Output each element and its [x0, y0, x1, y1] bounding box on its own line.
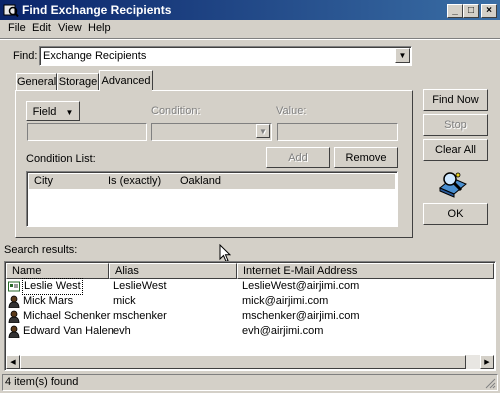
- column-header-email[interactable]: Internet E-Mail Address: [237, 263, 494, 279]
- condition-field: City: [34, 175, 53, 187]
- field-input[interactable]: [27, 123, 147, 141]
- status-bar: 4 item(s) found: [2, 374, 498, 391]
- scroll-right-icon[interactable]: ▶: [480, 355, 494, 369]
- resize-grip-icon[interactable]: [484, 377, 496, 389]
- minimize-button[interactable]: _: [447, 4, 463, 18]
- menu-divider-highlight: [0, 39, 500, 40]
- table-row[interactable]: Mick Mars mick mick@airjimi.com: [6, 294, 494, 309]
- scrollbar-thumb[interactable]: [20, 355, 466, 369]
- row-name: Mick Mars: [23, 295, 74, 307]
- menu-file[interactable]: File: [8, 22, 26, 34]
- row-name: Michael Schenker: [23, 310, 111, 322]
- row-email: evh@airjimi.com: [242, 325, 324, 337]
- menu-view[interactable]: View: [58, 22, 82, 34]
- add-button[interactable]: Add: [266, 147, 330, 168]
- condition-list[interactable]: City Is (exactly) Oakland: [26, 171, 398, 227]
- find-label: Find:: [13, 50, 38, 62]
- find-dropdown-value: Exchange Recipients: [43, 50, 147, 62]
- condition-chevron-down-icon[interactable]: ▼: [256, 124, 270, 138]
- stop-button[interactable]: Stop: [423, 114, 488, 136]
- row-alias: mick: [113, 295, 136, 307]
- search-results-label: Search results:: [4, 244, 78, 256]
- row-alias: evh: [113, 325, 131, 337]
- user-icon: [8, 325, 20, 338]
- status-text: 4 item(s) found: [5, 376, 79, 388]
- find-window-icon: [3, 4, 19, 18]
- column-header-alias[interactable]: Alias: [109, 263, 237, 279]
- row-alias: mschenker: [113, 310, 167, 322]
- user-icon: [8, 295, 20, 308]
- active-tab-joint: [100, 89, 152, 91]
- close-button[interactable]: ×: [481, 4, 497, 18]
- condition-value: Oakland: [180, 175, 221, 187]
- table-row[interactable]: Michael Schenker mschenker mschenker@air…: [6, 309, 494, 324]
- condition-operator: Is (exactly): [108, 175, 162, 187]
- field-button-label: Field: [32, 106, 57, 118]
- condition-label: Condition:: [151, 105, 201, 117]
- window-title: Find Exchange Recipients: [22, 3, 172, 17]
- contact-card-icon: [8, 281, 20, 292]
- user-icon: [8, 310, 20, 323]
- value-input[interactable]: [277, 123, 398, 141]
- column-header-name[interactable]: Name: [6, 263, 109, 279]
- condition-list-label: Condition List:: [26, 153, 96, 165]
- row-email: LeslieWest@airjimi.com: [242, 280, 360, 292]
- search-animation-icon: [439, 172, 467, 198]
- row-email: mschenker@airjimi.com: [242, 310, 360, 322]
- find-dropdown[interactable]: Exchange Recipients ▼: [39, 46, 412, 66]
- value-label: Value:: [276, 105, 307, 117]
- scroll-left-icon[interactable]: ◀: [6, 355, 20, 369]
- find-now-button[interactable]: Find Now: [423, 89, 488, 111]
- maximize-button[interactable]: □: [463, 4, 479, 18]
- menu-help[interactable]: Help: [88, 22, 111, 34]
- condition-dropdown[interactable]: ▼: [151, 123, 272, 141]
- field-button[interactable]: Field ▼: [26, 101, 80, 121]
- table-row[interactable]: Edward Van Halen evh evh@airjimi.com: [6, 324, 494, 339]
- row-email: mick@airjimi.com: [242, 295, 329, 307]
- condition-list-item[interactable]: City Is (exactly) Oakland: [29, 174, 395, 189]
- chevron-down-icon[interactable]: ▼: [395, 48, 410, 63]
- row-name: Edward Van Halen: [23, 325, 114, 337]
- row-alias: LeslieWest: [113, 280, 167, 292]
- table-row[interactable]: Leslie West LeslieWest LeslieWest@airjim…: [6, 278, 494, 295]
- remove-button[interactable]: Remove: [334, 147, 398, 168]
- menu-edit[interactable]: Edit: [32, 22, 51, 34]
- ok-button[interactable]: OK: [423, 203, 488, 225]
- field-dropdown-arrow-icon: ▼: [65, 108, 74, 117]
- row-name: Leslie West: [22, 278, 83, 295]
- clear-all-button[interactable]: Clear All: [423, 139, 488, 161]
